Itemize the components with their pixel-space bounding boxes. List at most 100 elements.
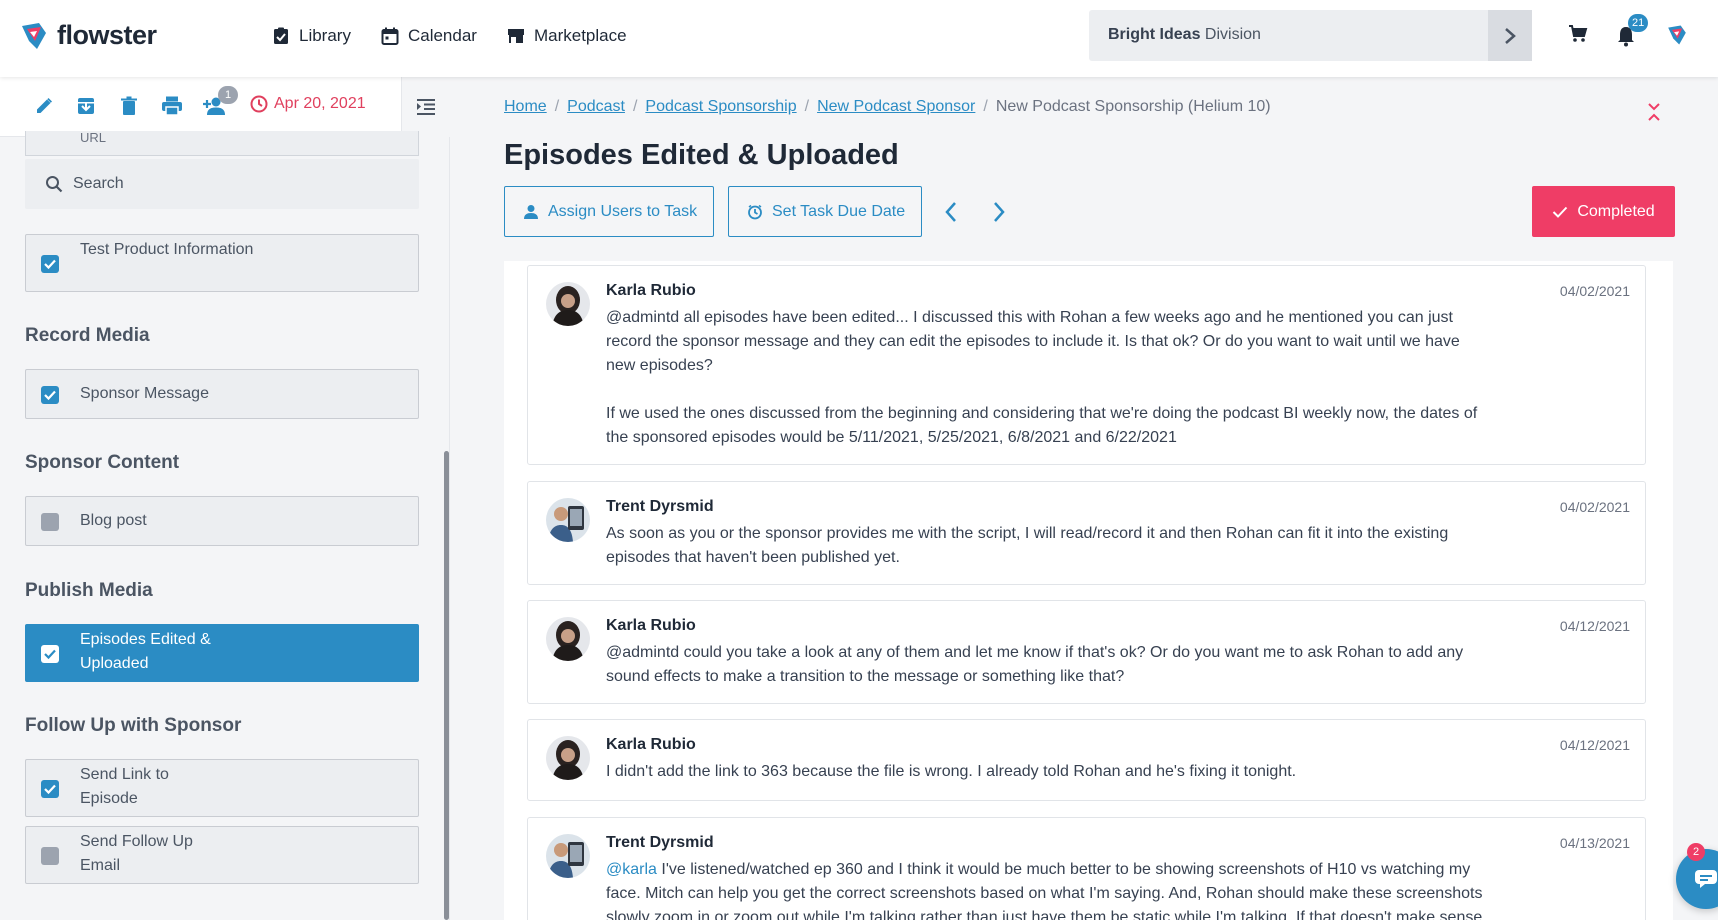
mention-link[interactable]: @karla xyxy=(606,861,657,878)
task-test-product-information[interactable]: Test Product Information xyxy=(25,234,419,292)
task-sponsor-message[interactable]: Sponsor Message xyxy=(25,369,419,419)
comment-author: Trent Dyrsmid xyxy=(606,498,714,515)
nav-calendar[interactable]: Calendar xyxy=(381,26,477,46)
breadcrumb-separator: / xyxy=(983,98,988,115)
assigned-users-count-badge: 1 xyxy=(218,86,238,104)
avatar xyxy=(546,498,590,542)
completed-button[interactable]: Completed xyxy=(1532,186,1675,237)
task-blog-post[interactable]: Blog post xyxy=(25,496,419,546)
task-label: Blog post xyxy=(80,512,147,529)
comment-line: new episodes? xyxy=(606,357,713,374)
section-title-publish-media: Publish Media xyxy=(25,580,153,601)
user-avatar-button[interactable] xyxy=(1665,24,1689,51)
comment-date: 04/02/2021 xyxy=(1559,499,1630,515)
user-icon xyxy=(524,204,538,219)
sidebar-scrollbar[interactable] xyxy=(444,451,449,920)
print-button[interactable] xyxy=(161,96,183,121)
edit-button[interactable] xyxy=(34,96,54,121)
comment-body: As soon as you or the sponsor provides m… xyxy=(606,522,1536,570)
top-header: flowster Library Calendar Marketplace Br… xyxy=(0,0,1718,77)
comments-panel: Karla Rubio 04/02/2021 @admintd all epis… xyxy=(504,261,1673,920)
comment-line: the sponsored episodes would be 5/11/202… xyxy=(606,429,1177,446)
brand-logo[interactable]: flowster xyxy=(19,20,157,51)
cart-button[interactable] xyxy=(1568,24,1588,49)
division-name: Bright Ideas xyxy=(1108,26,1201,43)
comment-date: 04/02/2021 xyxy=(1559,283,1630,299)
archive-button[interactable] xyxy=(76,96,96,121)
section-title-record-media: Record Media xyxy=(25,325,150,346)
task-label: Episodes Edited & Uploaded xyxy=(80,631,211,672)
previous-task-button[interactable] xyxy=(944,201,958,228)
breadcrumb-separator: / xyxy=(554,98,560,115)
task-label: Send Link to Episode xyxy=(80,766,169,807)
user-avatar-icon xyxy=(1668,25,1686,45)
task-send-follow-up-email[interactable]: Send Follow Up Email xyxy=(25,826,419,884)
task-checkbox[interactable] xyxy=(41,255,59,273)
assign-users-button[interactable]: Assign Users to Task xyxy=(504,186,715,237)
chevron-left-icon xyxy=(945,202,956,222)
breadcrumb-podcast[interactable]: Podcast xyxy=(567,98,625,116)
comment-line: I didn't add the link to 363 because the… xyxy=(606,763,1297,780)
sidebar-search[interactable]: Search xyxy=(25,159,419,209)
task-checkbox[interactable] xyxy=(41,780,59,798)
chat-unread-badge: 2 xyxy=(1687,843,1705,861)
task-episodes-edited-uploaded[interactable]: Episodes Edited & Uploaded xyxy=(25,624,419,682)
nav-library-label: Library xyxy=(299,26,351,45)
breadcrumb-home[interactable]: Home xyxy=(504,98,547,116)
comment-line-text: I've listened/watched ep 360 and I think… xyxy=(656,861,1471,878)
comment-line: sound effects to make a transition to th… xyxy=(606,668,1125,685)
user-photo-icon xyxy=(546,617,590,661)
completed-label: Completed xyxy=(1577,202,1655,220)
flowster-logo-icon xyxy=(22,22,46,49)
search-icon xyxy=(46,176,63,193)
due-date-indicator[interactable]: Apr 20, 2021 xyxy=(250,95,366,113)
comment-line: slowly zoom in or zoom out while I'm tal… xyxy=(606,909,1483,920)
comment-line: As soon as you or the sponsor provides m… xyxy=(606,525,1449,542)
task-send-link-to-episode[interactable]: Send Link to Episode xyxy=(25,759,419,817)
comment-author: Karla Rubio xyxy=(606,282,696,299)
assign-users-label: Assign Users to Task xyxy=(548,202,698,220)
task-checkbox[interactable] xyxy=(41,645,59,663)
next-task-button[interactable] xyxy=(992,201,1006,228)
comment-line: episodes that haven't been published yet… xyxy=(606,549,900,566)
comment-line: face. Mitch can help you get the correct… xyxy=(606,885,1483,902)
check-icon xyxy=(44,649,56,660)
calendar-icon xyxy=(381,27,399,45)
section-title-sponsor-content: Sponsor Content xyxy=(25,452,180,473)
comment: Karla Rubio 04/02/2021 @admintd all epis… xyxy=(527,265,1646,465)
breadcrumb-current: New Podcast Sponsorship (Helium 10) xyxy=(995,98,1271,115)
nav-calendar-label: Calendar xyxy=(407,26,477,45)
check-icon xyxy=(44,390,56,401)
task-label: Test Product Information xyxy=(80,241,254,258)
nav-marketplace[interactable]: Marketplace xyxy=(507,26,627,46)
task-checkbox[interactable] xyxy=(41,513,59,531)
check-icon xyxy=(44,259,56,270)
breadcrumb-podcast-sponsorship[interactable]: Podcast Sponsorship xyxy=(645,98,796,116)
comment-line: @admintd all episodes have been edited..… xyxy=(606,309,1453,326)
comment-line: @karla I've listened/watched ep 360 and … xyxy=(606,858,1536,882)
delete-button[interactable] xyxy=(119,96,139,121)
avatar xyxy=(546,834,590,878)
division-next-button[interactable] xyxy=(1488,10,1532,61)
user-photo-icon xyxy=(546,736,590,780)
division-label: Bright Ideas Division xyxy=(1108,26,1261,44)
user-photo-icon xyxy=(546,282,590,326)
comment-line xyxy=(606,378,1536,402)
breadcrumb-new-podcast-sponsor[interactable]: New Podcast Sponsor xyxy=(817,98,975,116)
collapse-sidebar-button[interactable] xyxy=(401,77,450,137)
division-selector[interactable]: Bright Ideas Division xyxy=(1089,10,1532,61)
avatar xyxy=(546,736,590,780)
task-checkbox[interactable] xyxy=(41,847,59,865)
notifications-count-badge: 21 xyxy=(1628,14,1649,32)
clock-icon xyxy=(250,95,268,113)
collapse-header-button[interactable] xyxy=(1647,101,1661,128)
comment-author: Karla Rubio xyxy=(606,736,696,753)
comment-author: Karla Rubio xyxy=(606,617,696,634)
task-main: Home / Podcast / Podcast Sponsorship / New … xyxy=(450,77,1718,920)
task-checkbox[interactable] xyxy=(41,386,59,404)
nav-library[interactable]: Library xyxy=(272,26,351,46)
set-due-date-button[interactable]: Set Task Due Date xyxy=(728,186,923,237)
chevron-right-icon xyxy=(1505,27,1516,44)
page-title: Episodes Edited & Uploaded xyxy=(504,139,899,171)
comment-body: @karla I've listened/watched ep 360 and … xyxy=(606,858,1536,920)
